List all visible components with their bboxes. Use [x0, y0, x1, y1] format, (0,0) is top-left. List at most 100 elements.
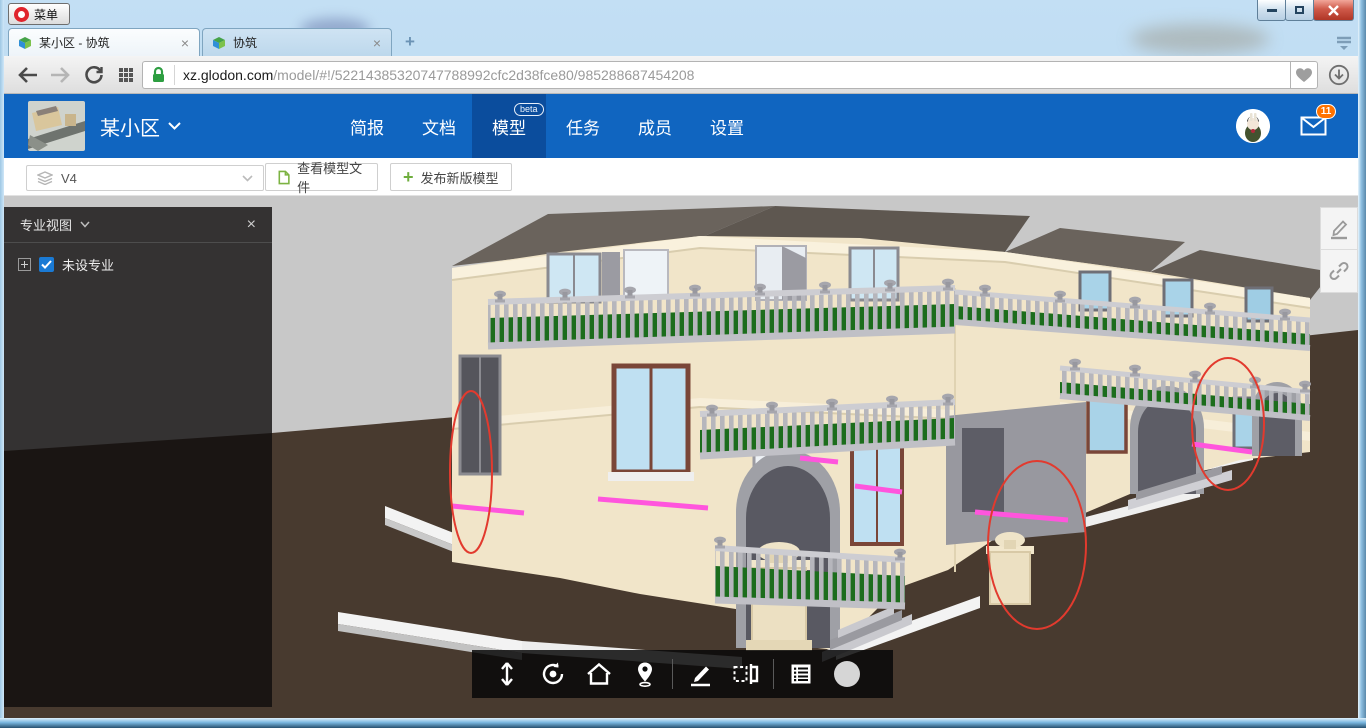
tab-xiezhu[interactable]: 协筑 × [202, 28, 392, 56]
nav-item-tasks[interactable]: 任务 [548, 94, 618, 158]
new-tab-button[interactable]: + [399, 32, 421, 52]
tree-item-unassigned[interactable]: 未设专业 [4, 243, 272, 286]
model-viewport[interactable]: 专业视图 × 未设专业 [4, 196, 1358, 718]
reload-button[interactable] [80, 61, 108, 89]
view-model-files-button[interactable]: 查看模型文件 [265, 163, 378, 191]
edit-pencil-icon [1328, 218, 1350, 240]
tree-expand-icon[interactable] [18, 258, 31, 271]
beta-badge: beta [514, 103, 544, 116]
orbit-icon [540, 661, 566, 687]
location-pin-icon [633, 661, 657, 687]
publish-model-label: 发布新版模型 [421, 168, 499, 187]
address-bar: xz.glodon.com/model/#!/52214385320747788… [4, 56, 1358, 94]
tree-item-label: 未设专业 [62, 255, 114, 274]
opera-menu-button[interactable]: 菜单 [8, 3, 70, 25]
glodon-favicon [211, 35, 227, 51]
section-button[interactable] [723, 650, 769, 698]
toolbar-divider [672, 659, 673, 689]
tab-title: 某小区 - 协筑 [39, 34, 179, 51]
nav-label: 任务 [566, 114, 600, 139]
nav-item-model[interactable]: 模型 beta [472, 94, 546, 158]
nav-label: 简报 [350, 114, 384, 139]
page: 某小区 简报 文档 模型 beta 任务 成员 设置 [4, 94, 1358, 718]
nav-item-settings[interactable]: 设置 [692, 94, 762, 158]
nav-item-members[interactable]: 成员 [620, 94, 690, 158]
toolbar-divider [773, 659, 774, 689]
viewport-side-tools [1320, 207, 1358, 293]
project-title-dropdown[interactable]: 某小区 [100, 94, 181, 158]
nav-label: 模型 [492, 114, 526, 139]
opera-menu-label: 菜单 [34, 6, 58, 23]
home-view-button[interactable] [576, 650, 622, 698]
url-path: /model/#!/52214385320747788992cfc2d38fce… [273, 67, 694, 83]
markup-button[interactable] [677, 650, 723, 698]
tab-title: 协筑 [233, 34, 371, 51]
chevron-down-icon [168, 122, 181, 130]
view-toolbar [472, 650, 893, 698]
url-separator [174, 65, 175, 85]
tree-checkbox[interactable] [39, 257, 54, 272]
panel-title: 专业视图 [20, 215, 72, 234]
window-frame-right [1358, 0, 1366, 728]
layers-icon [37, 171, 53, 185]
tab-close-icon[interactable]: × [371, 35, 383, 51]
version-select[interactable]: V4 [26, 165, 264, 191]
minimize-button[interactable] [1257, 0, 1286, 21]
back-button[interactable] [14, 61, 42, 89]
home-icon [586, 662, 612, 686]
fit-view-button[interactable] [484, 650, 530, 698]
url-domain: xz.glodon.com [183, 67, 273, 83]
publish-model-button[interactable]: + 发布新版模型 [390, 163, 512, 191]
avatar-image [1236, 109, 1270, 143]
check-icon [41, 260, 52, 269]
opera-logo-icon [14, 7, 29, 22]
plus-icon: + [403, 169, 414, 185]
display-mode-button[interactable] [824, 650, 870, 698]
model-toolbar: V4 查看模型文件 + 发布新版模型 [4, 158, 1358, 196]
walkthrough-button[interactable] [622, 650, 668, 698]
speed-dial-button[interactable] [112, 61, 140, 89]
panel-header: 专业视图 × [4, 207, 272, 243]
panel-close-icon[interactable]: × [247, 216, 256, 234]
secure-lock-icon [151, 66, 166, 84]
maximize-button[interactable] [1285, 0, 1314, 21]
view-model-files-label: 查看模型文件 [297, 158, 365, 196]
project-thumbnail-image [28, 101, 85, 151]
chevron-down-icon[interactable] [80, 221, 90, 228]
nav-label: 成员 [638, 114, 672, 139]
fit-vertical-icon [495, 661, 519, 687]
heart-icon [1295, 67, 1313, 83]
tab-close-icon[interactable]: × [179, 35, 191, 51]
back-icon [17, 66, 39, 84]
downloads-button[interactable] [1324, 61, 1354, 89]
tab-project[interactable]: 某小区 - 协筑 × [8, 28, 200, 56]
forward-icon [49, 66, 71, 84]
mail-button[interactable]: 11 [1300, 108, 1346, 144]
version-value: V4 [61, 171, 234, 186]
nav-item-briefing[interactable]: 简报 [332, 94, 402, 158]
download-icon [1328, 64, 1350, 86]
mail-envelope-icon [1300, 116, 1327, 136]
app-header: 某小区 简报 文档 模型 beta 任务 成员 设置 [4, 94, 1358, 158]
model-list-button[interactable] [778, 650, 824, 698]
sphere-icon [832, 659, 862, 689]
title-bar: 菜单 [0, 0, 1366, 28]
project-thumbnail[interactable] [28, 101, 85, 151]
user-avatar[interactable] [1236, 109, 1270, 143]
share-link-button[interactable] [1320, 250, 1358, 293]
speed-dial-grid-icon [118, 67, 134, 83]
link-icon [1328, 260, 1350, 282]
window-frame-left [0, 0, 4, 728]
tab-menu-button[interactable] [1334, 35, 1354, 51]
close-window-button[interactable] [1313, 0, 1354, 21]
annotate-button[interactable] [1320, 207, 1358, 250]
bookmark-heart-button[interactable] [1290, 61, 1318, 89]
orbit-button[interactable] [530, 650, 576, 698]
list-icon [789, 662, 813, 686]
project-title: 某小区 [100, 112, 160, 141]
minimize-icon [1267, 9, 1277, 12]
nav-label: 设置 [710, 114, 744, 139]
url-field[interactable]: xz.glodon.com/model/#!/52214385320747788… [142, 61, 1290, 89]
nav-item-documents[interactable]: 文档 [404, 94, 474, 158]
forward-button[interactable] [46, 61, 74, 89]
